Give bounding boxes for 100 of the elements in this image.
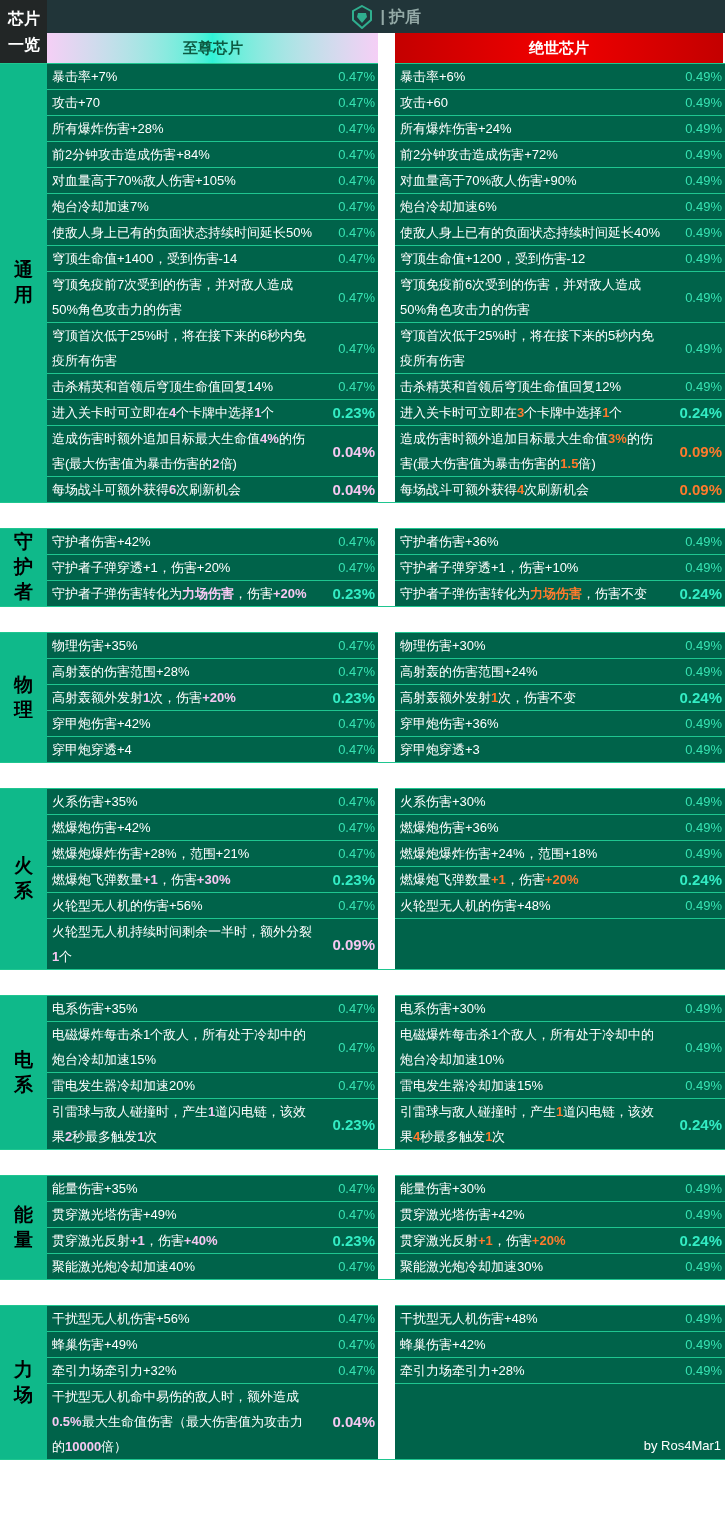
category-label: 能量: [0, 1175, 47, 1280]
drop-rate: 0.47%: [338, 1077, 375, 1095]
chip-effect: 使敌人身上已有的负面状态持续时间延长40%: [400, 224, 662, 242]
drop-rate: 0.47%: [338, 1038, 375, 1057]
chip-effect: 雷电发生器冷却加速15%: [400, 1077, 545, 1095]
chip-effect: 守护者子弹伤害转化为力场伤害，伤害不变: [400, 585, 648, 603]
chip-effect: 守护者伤害+42%: [52, 533, 152, 551]
drop-rate: 0.47%: [338, 1310, 375, 1328]
drop-rate: 0.49%: [685, 637, 722, 655]
chip-effect: 高射轰额外发射1次，伤害不变: [400, 689, 578, 707]
category-label: 通用: [0, 63, 47, 503]
corner-title: 芯片一览: [0, 0, 47, 63]
drop-rate: 0.47%: [338, 897, 375, 915]
chip-effect: 燃爆炮爆炸伤害+28%，范围+21%: [52, 845, 251, 863]
drop-rate: 0.47%: [338, 339, 375, 358]
page-title: | 护盾: [380, 6, 422, 27]
chip-effect: 牵引力场牵引力+28%: [400, 1362, 526, 1380]
chip-effect: 穹顶免疫前7次受到的伤害，并对敌人造成50%角色攻击力的伤害: [52, 276, 295, 319]
chip-effect: 牵引力场牵引力+32%: [52, 1362, 178, 1380]
chip-effect: 干扰型无人机伤害+56%: [52, 1310, 191, 1328]
category-label: 守护者: [0, 528, 47, 607]
chip-effect: 蜂巢伤害+42%: [400, 1336, 487, 1354]
drop-rate: 0.04%: [332, 1412, 375, 1432]
drop-rate: 0.47%: [338, 250, 375, 268]
drop-rate: 0.49%: [685, 1206, 722, 1224]
drop-rate: 0.47%: [338, 715, 375, 733]
chip-effect: 所有爆炸伤害+28%: [52, 120, 165, 138]
chip-effect: 燃爆炮飞弹数量+1，伤害+30%: [52, 871, 232, 889]
drop-rate: 0.49%: [685, 198, 722, 216]
chip-effect: 对血量高于70%敌人伤害+105%: [52, 172, 237, 190]
drop-rate: 0.47%: [338, 94, 375, 112]
chip-effect: 聚能激光炮冷却加速40%: [52, 1258, 197, 1276]
drop-rate: 0.23%: [332, 403, 375, 423]
chip-effect: 燃爆炮伤害+42%: [52, 819, 152, 837]
drop-rate: 0.47%: [338, 741, 375, 759]
drop-rate: 0.47%: [338, 1258, 375, 1276]
drop-rate: 0.49%: [685, 1038, 722, 1057]
drop-rate: 0.49%: [685, 68, 722, 86]
chip-effect: 贯穿激光反射+1，伤害+40%: [52, 1232, 219, 1250]
drop-rate: 0.49%: [685, 715, 722, 733]
drop-rate: 0.47%: [338, 1362, 375, 1380]
drop-rate: 0.49%: [685, 288, 722, 307]
chip-effect: 攻击+70: [52, 94, 102, 112]
drop-rate: 0.49%: [685, 224, 722, 242]
chip-effect: 贯穿激光塔伤害+49%: [52, 1206, 178, 1224]
shield-icon: [350, 4, 373, 29]
drop-rate: 0.47%: [338, 288, 375, 307]
chip-effect: 火轮型无人机的伤害+48%: [400, 897, 552, 915]
chip-effect: 穹顶生命值+1400，受到伤害-14: [52, 250, 239, 268]
drop-rate: 0.47%: [338, 637, 375, 655]
chip-effect: 守护者子弹伤害转化为力场伤害，伤害+20%: [52, 585, 308, 603]
drop-rate: 0.04%: [332, 441, 375, 462]
chip-effect: 穹顶首次低于25%时，将在接下来的6秒内免疫所有伤害: [52, 327, 308, 370]
drop-rate: 0.47%: [338, 559, 375, 577]
drop-rate: 0.49%: [685, 845, 722, 863]
drop-rate: 0.47%: [338, 819, 375, 837]
chip-effect: 高射轰的伤害范围+24%: [400, 663, 539, 681]
column-header: 至尊芯片: [47, 33, 378, 63]
drop-rate: 0.49%: [685, 819, 722, 837]
drop-rate: 0.47%: [338, 845, 375, 863]
drop-rate: 0.49%: [685, 339, 722, 358]
chip-effect: 燃爆炮爆炸伤害+24%，范围+18%: [400, 845, 599, 863]
drop-rate: 0.49%: [685, 1180, 722, 1198]
drop-rate: 0.24%: [679, 1114, 722, 1135]
drop-rate: 0.47%: [338, 1206, 375, 1224]
chip-effect: 贯穿激光塔伤害+42%: [400, 1206, 526, 1224]
category-label: 力场: [0, 1305, 47, 1460]
chip-effect: 进入关卡时可立即在3个卡牌中选择1个: [400, 404, 624, 422]
drop-rate: 0.49%: [685, 172, 722, 190]
drop-rate: 0.49%: [685, 146, 722, 164]
chip-effect: 进入关卡时可立即在4个卡牌中选择1个: [52, 404, 276, 422]
drop-rate: 0.23%: [332, 584, 375, 604]
chip-effect: 所有爆炸伤害+24%: [400, 120, 513, 138]
category-label: 火系: [0, 788, 47, 970]
drop-rate: 0.49%: [685, 897, 722, 915]
drop-rate: 0.24%: [679, 1231, 722, 1251]
chip-effect: 电系伤害+35%: [52, 1000, 139, 1018]
chip-effect: 高射轰的伤害范围+28%: [52, 663, 191, 681]
chip-effect: 雷电发生器冷却加速20%: [52, 1077, 197, 1095]
chip-effect: 火系伤害+30%: [400, 793, 487, 811]
chip-effect: 火轮型无人机的伤害+56%: [52, 897, 204, 915]
drop-rate: 0.49%: [685, 1336, 722, 1354]
drop-rate: 0.04%: [332, 480, 375, 500]
column-header: 绝世芯片: [395, 33, 723, 63]
chip-effect: 燃爆炮飞弹数量+1，伤害+20%: [400, 871, 580, 889]
chip-effect: 高射轰额外发射1次，伤害+20%: [52, 689, 237, 707]
category-label: 物理: [0, 632, 47, 763]
chip-effect: 暴击率+7%: [52, 68, 119, 86]
chip-effect: 炮台冷却加速6%: [400, 198, 498, 216]
chip-effect: 穹顶首次低于25%时，将在接下来的5秒内免疫所有伤害: [400, 327, 656, 370]
chip-effect: 前2分钟攻击造成伤害+84%: [52, 146, 211, 164]
chip-effect: 穹顶生命值+1200，受到伤害-12: [400, 250, 587, 268]
chip-effect: 炮台冷却加速7%: [52, 198, 150, 216]
drop-rate: 0.47%: [338, 663, 375, 681]
chip-effect: 物理伤害+35%: [52, 637, 139, 655]
drop-rate: 0.49%: [685, 378, 722, 396]
chip-effect: 造成伤害时额外追加目标最大生命值4%的伤害(最大伤害值为暴击伤害的2倍): [52, 430, 306, 473]
chip-effect: 引雷球与敌人碰撞时，产生1道闪电链，该效果2秒最多触发1次: [52, 1103, 308, 1146]
chip-effect: 穹顶免疫前6次受到的伤害，并对敌人造成50%角色攻击力的伤害: [400, 276, 643, 319]
drop-rate: 0.23%: [332, 870, 375, 890]
